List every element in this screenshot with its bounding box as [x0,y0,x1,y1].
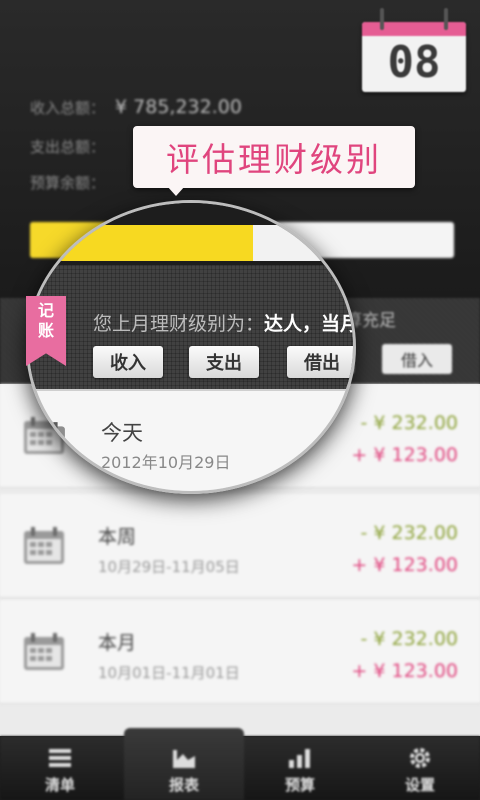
magnified-notice-prefix: 您上月理财级别为： [93,313,265,335]
nav-item-budget[interactable]: 预算 [240,736,360,800]
calendar-ring [380,8,384,30]
record-expense: - ¥ 232.00 [360,628,458,650]
calendar-icon [24,633,64,670]
bottom-navigation: 清单 报表 预算 设置 [0,728,480,800]
nav-item-settings[interactable]: 设置 [360,736,480,800]
record-title: 本月 [98,632,137,654]
record-income: + ¥ 123.00 [351,444,458,466]
record-expense: - ¥ 232.00 [360,412,458,434]
tooltip-text: 评估理财级别 [166,140,382,179]
magnified-lend-button[interactable]: 借出 [287,346,353,378]
magnified-progress-fill [33,225,254,261]
record-expense: - ¥ 232.00 [360,522,458,544]
magnifier-content: 您上月理财级别为：达人，当月预算充足 收入 支出 借出 今天 2012年10月2… [29,203,353,491]
ribbon-char: 记 [37,301,54,320]
record-row-week[interactable]: 本周 10月29日-11月05日 - ¥ 232.00 + ¥ 123.00 [0,494,480,598]
calendar-day-number: 08 [387,37,441,88]
magnified-record-row[interactable] [29,389,353,491]
nav-item-report[interactable]: 报表 [124,728,244,800]
calendar-icon [24,527,64,564]
magnified-notice-level: 达人， [264,313,322,335]
borrow-button[interactable]: 借入 [382,344,452,374]
income-total-row: 收入总额： ¥ 785,232.00 [30,96,242,118]
calendar-header [362,22,466,36]
magnified-record-date: 2012年10月29日 [101,453,231,472]
record-row-month[interactable]: 本月 10月01日-11月01日 - ¥ 232.00 + ¥ 123.00 [0,600,480,704]
calendar-icon [29,422,65,461]
expense-total-row: 支出总额： [30,136,105,157]
magnified-progress-bar [33,225,353,261]
nav-label: 预算 [284,776,315,794]
magnified-notice-suffix: 当月预算充足 [321,313,353,335]
magnifier-lens: 您上月理财级别为：达人，当月预算充足 收入 支出 借出 今天 2012年10月2… [26,200,356,494]
record-date: 10月29日-11月05日 [98,558,240,576]
record-title: 本周 [98,526,137,548]
ribbon-char: 账 [37,321,54,340]
record-date: 10月01日-11月01日 [98,664,240,682]
magnified-expense-button[interactable]: 支出 [189,346,259,378]
record-income: + ¥ 123.00 [351,554,458,576]
nav-label: 设置 [404,776,435,794]
tooltip-tail [167,186,185,196]
income-total-label: 收入总额： [30,99,106,117]
nav-label: 清单 [44,776,75,794]
list-icon [49,749,71,767]
expense-total-label: 支出总额： [30,138,106,156]
magnified-notice: 您上月理财级别为：达人，当月预算充足 [93,309,353,336]
gear-icon [410,748,430,768]
chart-icon [173,750,195,768]
calendar-ring [444,8,448,30]
budget-balance-label: 预算余额： [30,174,106,192]
bar-chart-icon [289,749,310,768]
budget-balance-row: 预算余额： [30,172,105,193]
nav-item-list[interactable]: 清单 [0,736,120,800]
income-total-value: ¥ 785,232.00 [115,96,242,118]
evaluate-level-tooltip: 评估理财级别 [133,126,415,188]
magnified-income-button[interactable]: 收入 [93,346,163,378]
record-income: + ¥ 123.00 [351,660,458,682]
magnified-record-title: 今天 [101,421,143,445]
nav-label: 报表 [168,776,199,794]
calendar-date-widget[interactable]: 08 [362,8,466,92]
